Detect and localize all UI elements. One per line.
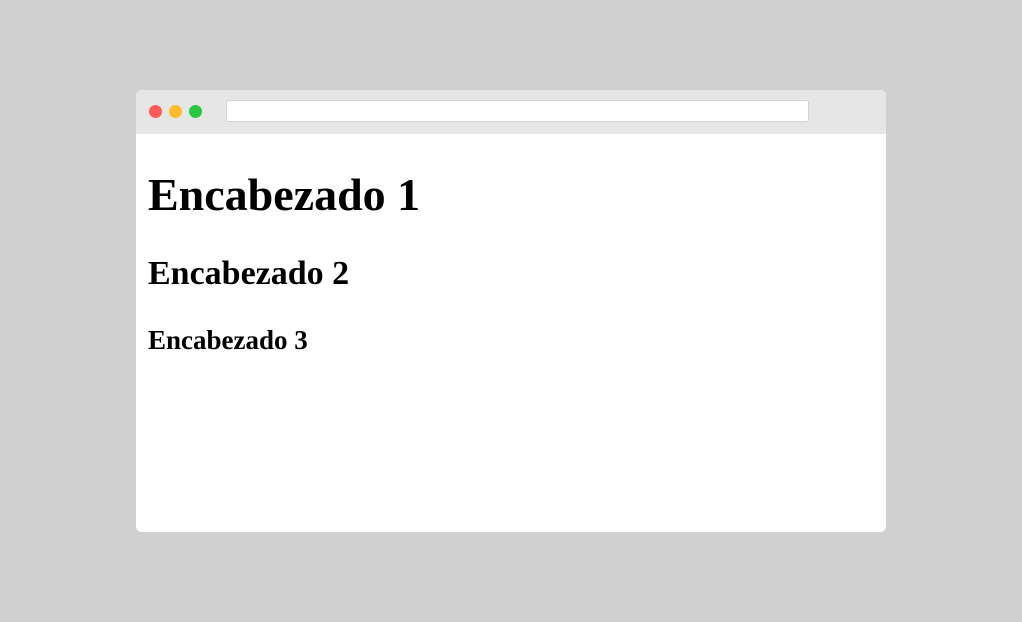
browser-window: Encabezado 1 Encabezado 2 Encabezado 3: [136, 90, 886, 532]
heading-2: Encabezado 2: [148, 255, 350, 292]
page-content: Encabezado 1 Encabezado 2 Encabezado 3: [136, 134, 886, 532]
minimize-window-button[interactable]: [169, 105, 182, 118]
close-window-button[interactable]: [149, 105, 162, 118]
heading-1: Encabezado 1: [148, 169, 421, 220]
heading-3: Encabezado 3: [148, 325, 308, 355]
title-bar: [136, 90, 886, 134]
address-bar-input[interactable]: [226, 100, 809, 122]
maximize-window-button[interactable]: [189, 105, 202, 118]
